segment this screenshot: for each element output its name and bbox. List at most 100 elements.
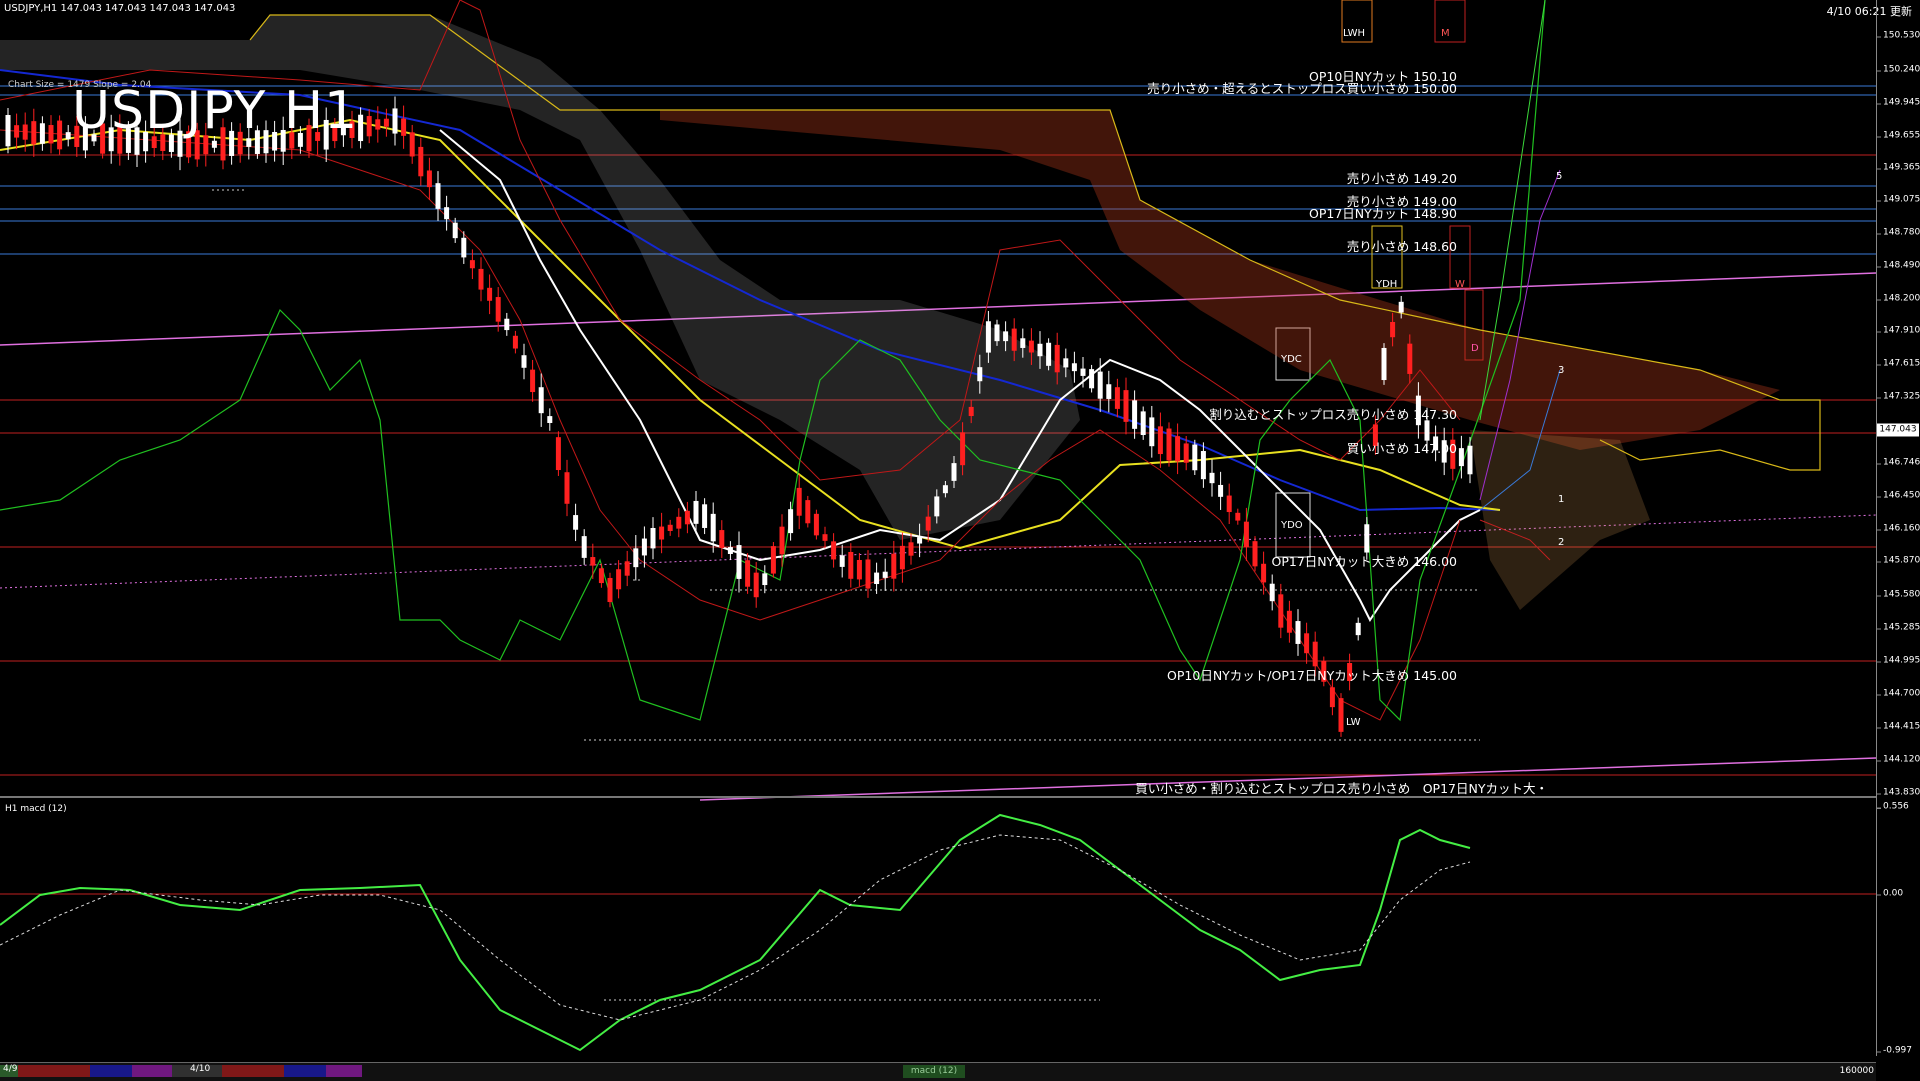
candle-body (539, 387, 544, 413)
candle-body (866, 559, 871, 588)
date-label: 4/9 (3, 1064, 17, 1074)
session-tab[interactable] (90, 1065, 132, 1077)
candle-body (1261, 564, 1266, 583)
candle-body (547, 416, 552, 423)
level-annotation: 買い小さめ 147.00 (1347, 438, 1457, 457)
session-tab[interactable] (284, 1065, 326, 1077)
pivot-label: 5 (1556, 171, 1562, 182)
symbol-header: USDJPY,H1 147.043 147.043 147.043 147.04… (4, 3, 235, 14)
candle-body (1339, 698, 1344, 732)
candle-body (57, 121, 62, 150)
candle-body (212, 141, 217, 148)
candle-body (479, 269, 484, 290)
price-tick: 147.615 (1883, 360, 1920, 369)
price-axis[interactable]: 150.530 150.240 149.945 149.655 149.365 … (1876, 0, 1920, 1056)
candle-body (1012, 329, 1017, 351)
candle-body (1356, 623, 1361, 635)
level-annotation: 売り小さめ 148.60 (1347, 236, 1457, 255)
lw-label: LW (1346, 717, 1361, 728)
price-tick: 150.240 (1883, 66, 1920, 75)
m-label: M (1441, 28, 1450, 39)
candle-body (453, 223, 458, 238)
candle-body (702, 504, 707, 528)
price-tick: 145.285 (1883, 624, 1920, 633)
candle-body (1106, 384, 1111, 399)
level-annotation: OP17日NYカット 148.90 (1309, 203, 1457, 222)
ydh-label: YDH (1376, 279, 1397, 290)
level-annotation: 買い小さめ・割り込むとストップロス売り小さめ OP17日NYカット大・ (1135, 778, 1548, 797)
macd-pane-label: H1 macd (12) (5, 804, 67, 814)
price-tick: 147.910 (1883, 327, 1920, 336)
macd-tab[interactable]: macd (12) (903, 1065, 965, 1078)
price-chart-canvas[interactable] (0, 0, 1876, 1062)
candle-body (1296, 621, 1301, 644)
price-tick: 146.160 (1883, 525, 1920, 534)
price-tick: 146.746 (1883, 459, 1920, 468)
candle-body (616, 569, 621, 589)
candle-body (719, 530, 724, 548)
candle-body (986, 321, 991, 352)
candle-body (659, 527, 664, 540)
candle-body (633, 548, 638, 567)
candle-body (573, 515, 578, 530)
candle-body (943, 485, 948, 493)
session-tab[interactable] (18, 1065, 90, 1077)
session-tab[interactable] (222, 1065, 284, 1077)
ydo-label: YDO (1281, 520, 1303, 531)
candle-body (436, 183, 441, 209)
candle-body (1124, 390, 1129, 422)
candle-body (900, 546, 905, 569)
d-label: D (1471, 343, 1479, 354)
level-box (1435, 0, 1465, 42)
candle-body (384, 119, 389, 127)
candle-body (393, 108, 398, 133)
candle-body (1287, 611, 1292, 633)
chart-title: USDJPY H1 (72, 85, 358, 137)
lwh-label: LWH (1343, 28, 1365, 39)
price-tick: 143.830 (1883, 789, 1920, 798)
price-tick: 149.365 (1883, 164, 1920, 173)
pivot-label: 2 (1558, 537, 1564, 548)
candle-body (470, 260, 475, 268)
candle-body (1081, 369, 1086, 376)
candle-body (1364, 524, 1369, 552)
candle-body (1029, 341, 1034, 353)
candle-body (1149, 417, 1154, 446)
candle-body (874, 573, 879, 584)
session-tab[interactable] (326, 1065, 362, 1077)
candle-body (599, 568, 604, 583)
candle-body (1063, 358, 1068, 367)
candle-body (367, 116, 372, 136)
candle-body (1003, 331, 1008, 341)
price-tick: 148.490 (1883, 262, 1920, 271)
session-tab[interactable] (132, 1065, 172, 1077)
level-annotation: 割り込むとストップロス売り小さめ 147.30 (1209, 404, 1457, 423)
date-label: 4/10 (190, 1064, 210, 1074)
price-tick: 148.200 (1883, 295, 1920, 304)
candle-body (1089, 369, 1094, 388)
candle-body (934, 496, 939, 516)
candle-body (797, 488, 802, 516)
level-annotation: 売り小さめ・超えるとストップロス買い小さめ 150.00 (1147, 78, 1457, 97)
chart-window[interactable]: USDJPY,H1 147.043 147.043 147.043 147.04… (0, 0, 1920, 1080)
candle-body (40, 123, 45, 144)
candle-body (883, 572, 888, 578)
candle-body (1218, 485, 1223, 497)
price-tick: 146.450 (1883, 492, 1920, 501)
price-tick: 145.870 (1883, 557, 1920, 566)
candle-body (625, 561, 630, 575)
candle-body (1098, 372, 1103, 399)
bottom-tabs-strip[interactable]: 4/9 4/10 macd (12) (0, 1062, 1876, 1081)
level-annotation: 売り小さめ 149.20 (1347, 168, 1457, 187)
pane-separator[interactable] (0, 796, 1876, 798)
candle-body (711, 514, 716, 541)
candle-body (642, 539, 647, 556)
candle-body (831, 541, 836, 559)
candle-body (23, 125, 28, 140)
pivot-label: 1 (1558, 494, 1564, 505)
candle-body (496, 297, 501, 322)
candle-body (952, 463, 957, 481)
level-annotation: OP17日NYカット大きめ 146.00 (1272, 551, 1457, 570)
current-price-marker: 147.043 (1877, 424, 1919, 437)
candle-body (969, 407, 974, 416)
